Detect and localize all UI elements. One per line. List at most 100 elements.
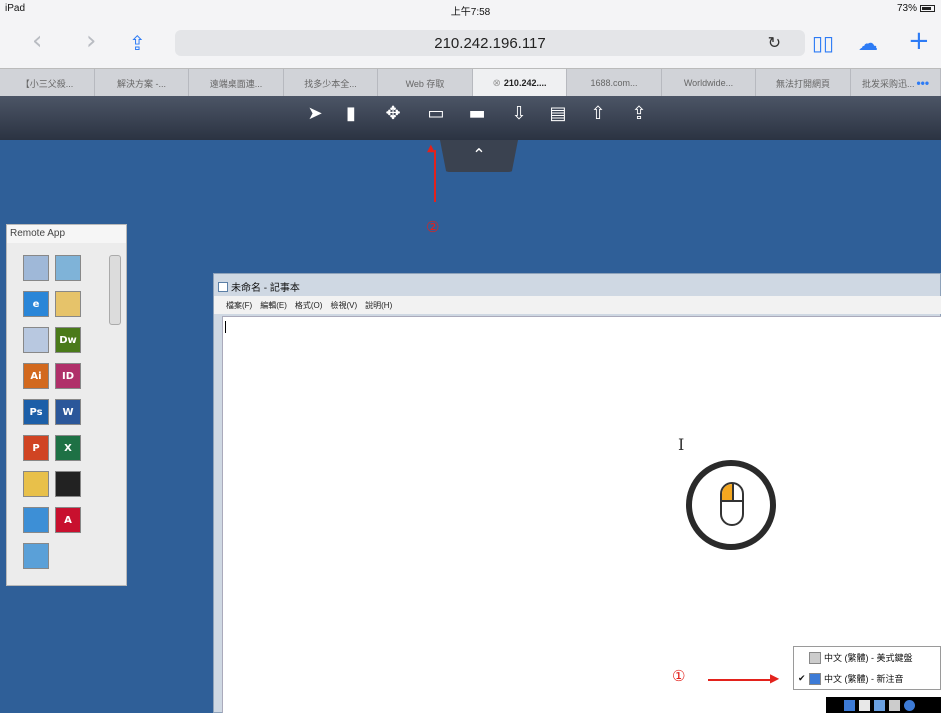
photoshop-icon[interactable]: Ps bbox=[23, 399, 49, 425]
notepad-title: 未命名 - 記事本 bbox=[231, 283, 300, 294]
tab-label: 批发采购迅... bbox=[861, 78, 915, 89]
battery-indicator: 73% bbox=[897, 3, 935, 14]
clock: 上午7:58 bbox=[450, 7, 491, 18]
illustrator-icon[interactable]: Ai bbox=[23, 363, 49, 389]
notepad-menubar: 檔案(F) 編輯(E) 格式(O) 檢視(V) 說明(H) bbox=[214, 296, 941, 314]
panel-scrollbar[interactable] bbox=[109, 255, 121, 325]
mouse-mode-indicator bbox=[686, 460, 776, 550]
ime-option-bopomofo[interactable]: ✔ 中文 (繁體) - 新注音 bbox=[794, 668, 940, 689]
more-tabs-icon[interactable]: ••• bbox=[916, 76, 929, 90]
settings-tray-icon[interactable] bbox=[889, 699, 900, 711]
add-tab-icon[interactable]: + bbox=[908, 26, 930, 56]
checkmark-icon: ✔ bbox=[798, 673, 806, 684]
notepad-icon bbox=[218, 281, 228, 292]
tab-label: 無法打開網頁 bbox=[775, 78, 830, 89]
help-tray-icon[interactable] bbox=[904, 699, 915, 711]
tab-label: 解決方案 -... bbox=[117, 78, 166, 89]
print-icon[interactable]: ▬ bbox=[466, 102, 488, 126]
annotation-arrowhead-2: ▲ bbox=[427, 143, 435, 154]
tab-2[interactable]: 遠端桌面連... bbox=[189, 69, 284, 97]
forward-icon[interactable]: › bbox=[86, 26, 96, 56]
reader-icon[interactable]: ▯▯ bbox=[812, 28, 834, 58]
url-text: 210.242.196.117 bbox=[434, 35, 546, 52]
toolbar-collapse-tab[interactable]: ⌃ bbox=[440, 140, 518, 172]
tab-label: 210.242.... bbox=[503, 78, 547, 88]
network-tray-icon[interactable] bbox=[874, 699, 885, 711]
remote-toolbar: ➤ ▮ ✥ ▭ ▬ ⇩ ▤ ⇧ ⇪ bbox=[0, 96, 941, 140]
mouse-left-click-icon bbox=[720, 482, 744, 526]
acrobat-icon[interactable]: A bbox=[55, 507, 81, 533]
tab-6[interactable]: 1688.com... bbox=[567, 69, 662, 97]
chevron-up-icon: ⌃ bbox=[472, 145, 486, 164]
button-split bbox=[732, 484, 734, 500]
pointer-icon[interactable]: ➤ bbox=[304, 102, 326, 126]
text-caret bbox=[225, 321, 226, 333]
paint-icon[interactable] bbox=[55, 291, 81, 317]
ime-option-label: 中文 (繁體) - 美式鍵盤 bbox=[824, 653, 913, 663]
dreamweaver-icon[interactable]: Dw bbox=[55, 327, 81, 353]
cloud-icon[interactable]: ☁ bbox=[858, 28, 878, 58]
remote-app-title: Remote App bbox=[7, 225, 126, 243]
keyboard-icon[interactable]: ▭ bbox=[420, 102, 452, 126]
clipboard-icon[interactable]: ▤ bbox=[547, 102, 569, 126]
tab-3[interactable]: 找多少本全... bbox=[284, 69, 378, 97]
annotation-label-1: ① bbox=[672, 667, 686, 685]
menu-view[interactable]: 檢視(V) bbox=[330, 300, 357, 311]
language-tray-icon[interactable] bbox=[859, 699, 870, 711]
tab-8[interactable]: 無法打開網頁 bbox=[756, 69, 851, 97]
tab-label: Web 存取 bbox=[405, 78, 445, 89]
eraser-icon[interactable] bbox=[55, 255, 81, 281]
tab-label: 1688.com... bbox=[590, 78, 638, 88]
notepad-titlebar: 未命名 - 記事本 bbox=[218, 279, 300, 294]
annotation-arrowhead-1: ▶ bbox=[770, 671, 780, 685]
keyboard-layout-icon bbox=[809, 651, 821, 664]
menu-help[interactable]: 說明(H) bbox=[365, 300, 392, 311]
move-icon[interactable]: ✥ bbox=[382, 102, 404, 126]
ie-icon[interactable]: e bbox=[23, 291, 49, 317]
battery-icon bbox=[920, 5, 935, 12]
tab-4[interactable]: Web 存取 bbox=[378, 69, 473, 97]
image-viewer-icon[interactable] bbox=[23, 327, 49, 353]
back-icon[interactable]: ‹ bbox=[32, 26, 42, 56]
menu-format[interactable]: 格式(O) bbox=[295, 300, 323, 311]
calculator-icon[interactable] bbox=[23, 255, 49, 281]
left-button-highlight bbox=[722, 484, 732, 500]
share-icon[interactable]: ⇪ bbox=[129, 28, 146, 58]
button-line bbox=[722, 500, 742, 502]
mouse-icon[interactable]: ▮ bbox=[340, 102, 362, 126]
tab-bar: 【小三父殺... 解決方案 -... 遠端桌面連... 找多少本全... Web… bbox=[0, 68, 941, 97]
word-icon[interactable]: W bbox=[55, 399, 81, 425]
browser-toolbar: ‹ › ⇪ 210.242.196.117 ↻ ▯▯ ☁ + bbox=[0, 18, 941, 68]
annotation-label-2: ② bbox=[426, 218, 440, 236]
upload-icon[interactable]: ⇧ bbox=[587, 102, 609, 126]
address-bar[interactable]: 210.242.196.117 ↻ bbox=[175, 30, 805, 56]
close-tab-icon[interactable]: ⊗ bbox=[493, 78, 501, 89]
ime-tray-icon[interactable] bbox=[844, 699, 855, 711]
excel-icon[interactable]: X bbox=[55, 435, 81, 461]
window-icon[interactable] bbox=[23, 543, 49, 569]
tab-label: Worldwide... bbox=[683, 78, 734, 88]
annotation-arrow-1 bbox=[708, 679, 774, 681]
menu-file[interactable]: 檔案(F) bbox=[226, 300, 252, 311]
tab-1[interactable]: 解決方案 -... bbox=[95, 69, 189, 97]
tab-0[interactable]: 【小三父殺... bbox=[0, 69, 95, 97]
remote-desktop-icon[interactable] bbox=[23, 507, 49, 533]
taskbar-tray bbox=[826, 697, 941, 713]
ime-icon bbox=[809, 672, 821, 685]
export-icon[interactable]: ⇪ bbox=[628, 102, 650, 126]
tab-5-active[interactable]: ⊗ 210.242.... bbox=[473, 69, 567, 97]
indesign-icon[interactable]: ID bbox=[55, 363, 81, 389]
tab-label: 遠端桌面連... bbox=[209, 78, 263, 89]
menu-edit[interactable]: 編輯(E) bbox=[260, 300, 287, 311]
tab-9[interactable]: 批发采购迅... ••• bbox=[851, 69, 941, 97]
download-icon[interactable]: ⇩ bbox=[508, 102, 530, 126]
qq-icon[interactable] bbox=[55, 471, 81, 497]
tab-7[interactable]: Worldwide... bbox=[662, 69, 756, 97]
ime-option-us-keyboard[interactable]: 中文 (繁體) - 美式鍵盤 bbox=[794, 647, 940, 668]
gallery-icon[interactable] bbox=[23, 471, 49, 497]
remote-app-panel: Remote App e Dw Ai ID Ps W P X A bbox=[6, 224, 127, 586]
reload-icon[interactable]: ↻ bbox=[768, 33, 781, 52]
battery-percent: 73% bbox=[896, 3, 917, 14]
powerpoint-icon[interactable]: P bbox=[23, 435, 49, 461]
tab-label: 【小三父殺... bbox=[20, 78, 74, 89]
